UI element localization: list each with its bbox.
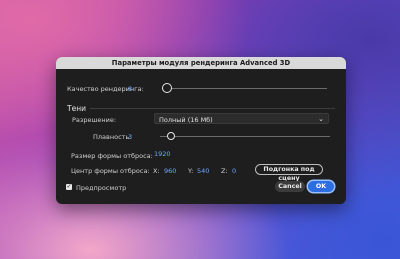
center-x-value[interactable]: 960 [164, 167, 176, 175]
smoothness-value[interactable]: 3 [128, 133, 132, 141]
dialog-title: Параметры модуля рендеринга Advanced 3D [56, 57, 346, 69]
resolution-label: Разрешение: [72, 116, 117, 124]
quality-value[interactable]: 8 [128, 85, 132, 93]
fit-to-scene-button[interactable]: Подгонка под сцену [255, 164, 323, 182]
center-y-value[interactable]: 540 [197, 167, 209, 175]
render-settings-dialog: Параметры модуля рендеринга Advanced 3D … [56, 57, 346, 204]
smoothness-label: Плавность: [93, 133, 132, 141]
quality-label: Качество рендеринга: [67, 85, 144, 93]
resolution-dropdown[interactable]: Полный (16 Мб) ⌄ [154, 113, 329, 124]
shadows-heading: Тени [67, 104, 86, 113]
checkmark-icon: ✓ [66, 183, 72, 190]
smoothness-slider-knob[interactable] [167, 132, 175, 140]
resolution-value: Полный (16 Мб) [159, 115, 213, 124]
center-x-label: X: [153, 167, 160, 175]
cancel-button[interactable]: Cancel [275, 181, 305, 192]
shadow-size-value[interactable]: 1920 [154, 150, 171, 158]
ok-button[interactable]: OK [308, 181, 334, 192]
center-z-label: Z: [221, 167, 228, 175]
shadow-size-label: Размер формы отброса: [71, 152, 153, 160]
center-y-label: Y: [188, 167, 194, 175]
smoothness-slider-track[interactable] [160, 136, 330, 137]
quality-slider-knob[interactable] [162, 83, 172, 93]
shadows-divider [90, 108, 335, 109]
preview-label: Предпросмотр [76, 184, 127, 192]
chevron-down-icon: ⌄ [318, 115, 324, 123]
quality-slider-track[interactable] [162, 88, 327, 89]
preview-checkbox[interactable]: ✓ [66, 184, 72, 190]
shadow-center-label: Центр формы отброса: [71, 167, 150, 175]
center-z-value[interactable]: 0 [232, 167, 236, 175]
